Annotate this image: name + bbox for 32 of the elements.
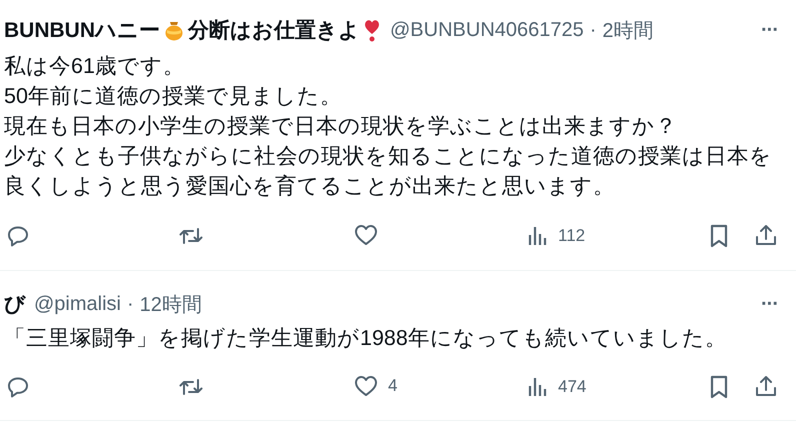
separator-dot: · xyxy=(590,18,596,42)
user-name[interactable]: び xyxy=(4,290,26,318)
views-icon[interactable] xyxy=(528,377,548,397)
view-count: 112 xyxy=(558,226,586,246)
post-text: 私は今61歳です。 xyxy=(4,53,186,80)
user-name[interactable]: BUNBUNハニー xyxy=(4,16,160,44)
separator-dot: · xyxy=(126,292,134,316)
post-text: 良くしようと思う愛国心を育てることが出来たと思います。 xyxy=(4,173,616,200)
bookmark-icon[interactable] xyxy=(710,224,728,248)
more-options-button[interactable]: ··· xyxy=(761,292,778,316)
post-text: 少なくとも子供ながらに社会の現状を知ることになった道徳の授業は日本を xyxy=(4,143,773,170)
views-icon[interactable] xyxy=(528,226,548,246)
bookmark-icon[interactable] xyxy=(710,375,728,399)
post-time[interactable]: 12時間 xyxy=(140,290,202,318)
post-text: 50年前に道徳の授業で見ました。 xyxy=(4,83,343,110)
view-count: 474 xyxy=(558,377,586,397)
share-icon[interactable] xyxy=(755,375,777,397)
honey-pot-icon xyxy=(164,19,184,41)
like-icon[interactable] xyxy=(354,375,378,397)
reply-icon[interactable] xyxy=(6,224,30,248)
like-count: 4 xyxy=(388,376,398,396)
user-handle[interactable]: @pimalisi xyxy=(34,292,121,316)
post-time[interactable]: 2時間 xyxy=(602,16,654,44)
share-icon[interactable] xyxy=(755,224,777,246)
like-icon[interactable] xyxy=(354,224,378,246)
post-text: 現在も日本の小学生の授業で日本の現状を学ぶことは出来ますか？ xyxy=(4,113,678,140)
post-text: 「三里塚闘争」を掲げた学生運動が1988年になっても続いていました。 xyxy=(4,325,728,352)
user-handle[interactable]: @BUNBUN40661725 xyxy=(390,18,584,42)
more-options-button[interactable]: ··· xyxy=(761,18,778,42)
reply-icon[interactable] xyxy=(6,375,30,399)
user-name[interactable]: 分断はお仕置きよ xyxy=(188,16,360,44)
heart-exclamation-icon xyxy=(364,18,380,42)
